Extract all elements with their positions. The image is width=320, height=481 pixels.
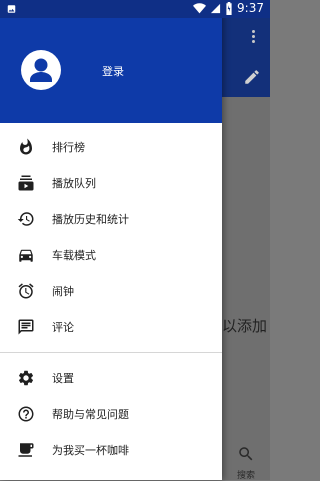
image-notification-icon xyxy=(7,5,16,13)
menu-item-help[interactable]: 帮助与常见问题 xyxy=(0,396,222,432)
menu-item-label: 播放队列 xyxy=(52,177,96,190)
menu-item-label: 播放历史和统计 xyxy=(52,213,129,226)
help-icon xyxy=(16,404,36,424)
alarm-icon xyxy=(16,281,36,301)
menu-item-label: 评论 xyxy=(52,321,74,334)
menu-divider xyxy=(0,352,222,353)
menu-item-label: 设置 xyxy=(52,372,74,385)
menu-item-donate[interactable]: 为我买一杯咖啡 xyxy=(0,432,222,468)
menu-item-label: 帮助与常见问题 xyxy=(52,408,129,421)
menu-item-label: 排行榜 xyxy=(52,141,85,154)
menu-item-label: 车载模式 xyxy=(52,249,96,262)
status-bar: 9:37 xyxy=(0,0,270,18)
search-icon xyxy=(239,447,253,461)
coffee-icon xyxy=(16,440,36,460)
queue-icon xyxy=(16,173,36,193)
menu-item-charts[interactable]: 排行榜 xyxy=(0,129,222,165)
wifi-icon xyxy=(193,2,207,13)
history-icon xyxy=(16,209,36,229)
search-tab[interactable]: 搜索 xyxy=(222,440,270,481)
comment-icon xyxy=(16,317,36,337)
person-icon xyxy=(30,58,52,82)
background-hint-text: 以添加 xyxy=(222,317,268,335)
menu-item-history[interactable]: 播放历史和统计 xyxy=(0,201,222,237)
menu-item-alarm[interactable]: 闹钟 xyxy=(0,273,222,309)
drawer-header: 登录 xyxy=(0,0,222,123)
avatar[interactable] xyxy=(21,50,61,90)
menu-item-label: 为我买一杯咖啡 xyxy=(52,444,129,457)
fire-icon xyxy=(16,137,36,157)
gear-icon xyxy=(16,368,36,388)
drawer-menu: 排行榜 播放队列 播放历史和统计 车载模式 闹钟 评论 设置 帮助与常见问题 为… xyxy=(0,129,222,468)
login-link[interactable]: 登录 xyxy=(102,63,124,79)
menu-item-settings[interactable]: 设置 xyxy=(0,360,222,396)
menu-item-car-mode[interactable]: 车载模式 xyxy=(0,237,222,273)
menu-item-comments[interactable]: 评论 xyxy=(0,309,222,345)
search-tab-label: 搜索 xyxy=(236,471,255,481)
edit-icon[interactable] xyxy=(243,68,261,86)
status-time: 9:37 xyxy=(237,1,264,15)
menu-item-label: 闹钟 xyxy=(52,285,74,298)
signal-icon xyxy=(210,3,221,13)
navigation-drawer: 登录 排行榜 播放队列 播放历史和统计 车载模式 闹钟 评论 设置 帮助与常见问… xyxy=(0,0,222,480)
overflow-menu-icon[interactable] xyxy=(246,30,260,48)
battery-icon xyxy=(226,1,232,15)
menu-item-queue[interactable]: 播放队列 xyxy=(0,165,222,201)
car-icon xyxy=(16,245,36,265)
